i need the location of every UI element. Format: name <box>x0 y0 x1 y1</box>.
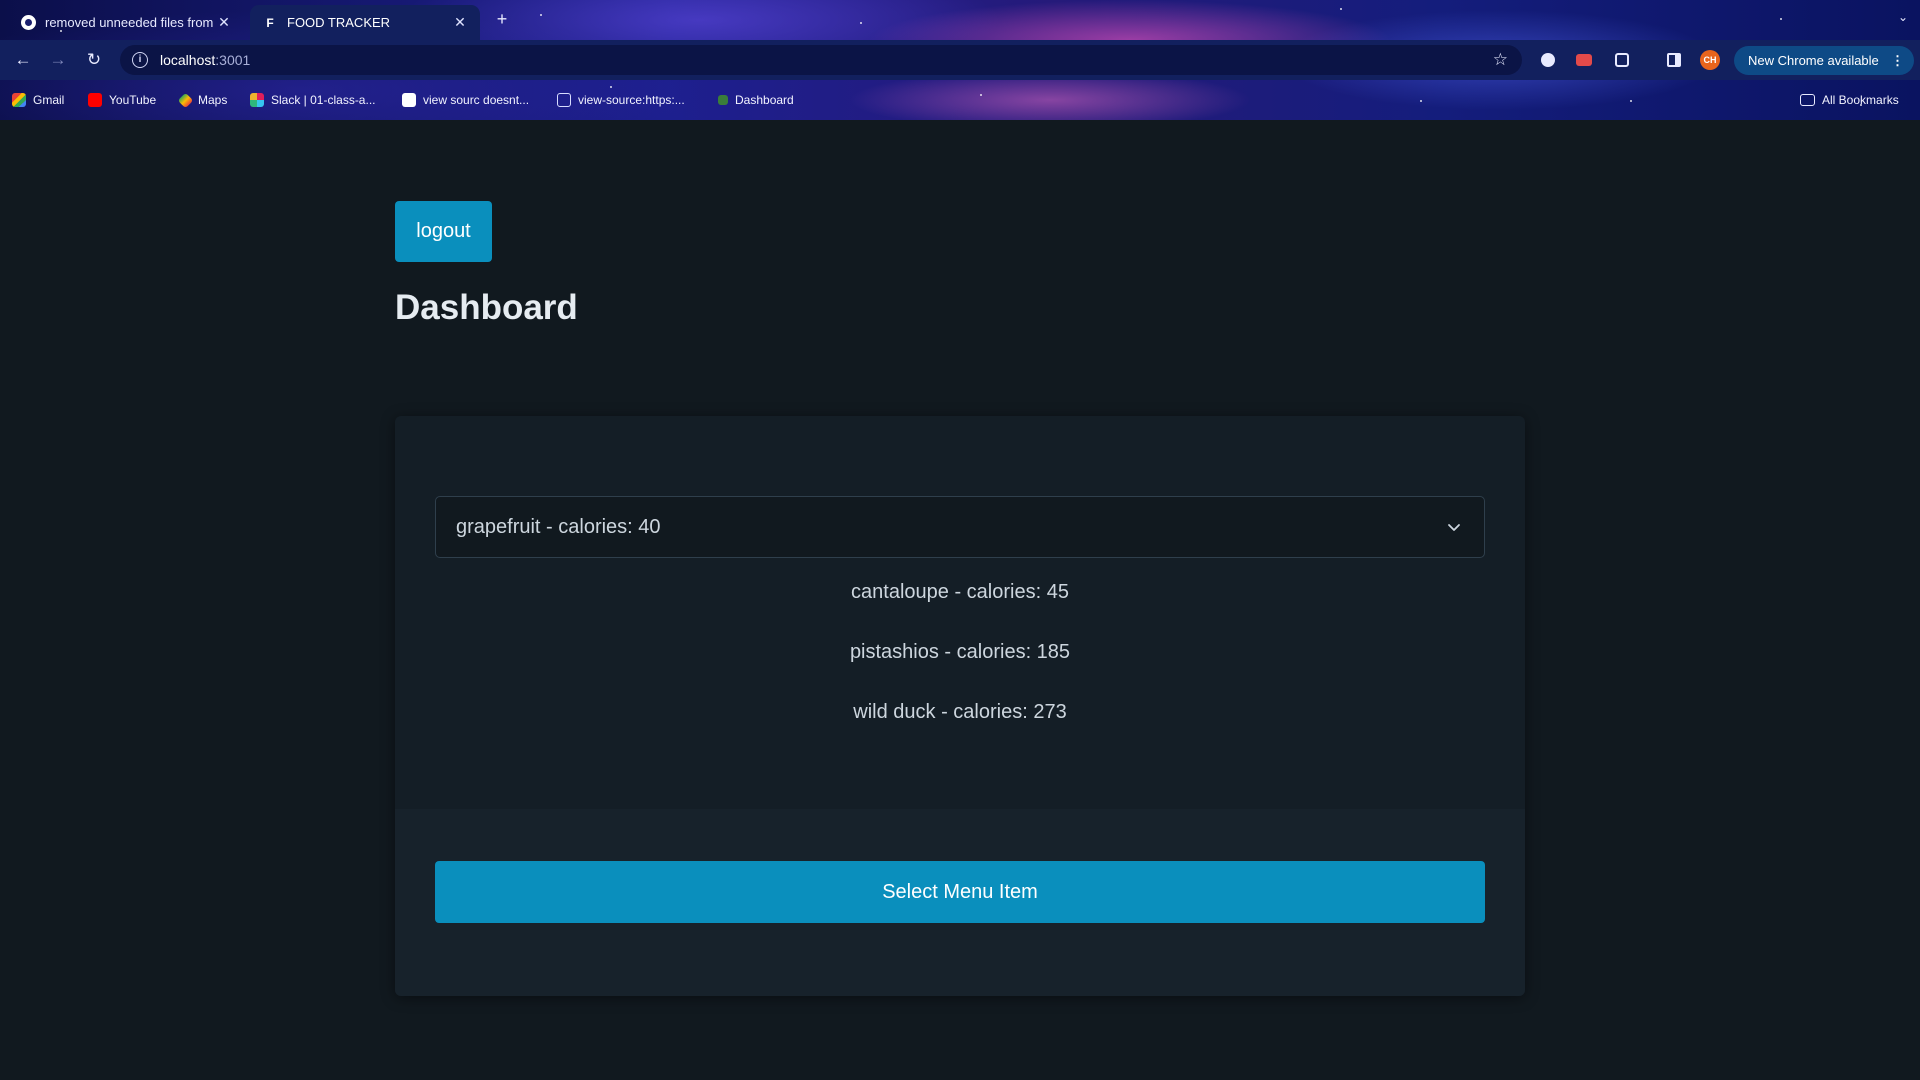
forward-arrow-icon[interactable]: → <box>47 49 69 71</box>
site-info-icon[interactable]: i <box>132 52 148 68</box>
dashboard-icon <box>718 95 728 105</box>
youtube-icon <box>88 93 102 107</box>
list-item: pistashios - calories: 185 <box>849 641 1071 663</box>
folder-icon <box>1800 94 1815 106</box>
close-icon[interactable]: ✕ <box>452 14 468 31</box>
page-title: Dashboard <box>395 288 578 327</box>
extension-circle-icon[interactable] <box>1538 50 1558 70</box>
gmail-icon <box>12 93 26 107</box>
url-host: localhost <box>160 52 216 68</box>
bookmark-label: Dashboard <box>735 93 794 107</box>
bookmarks-bar: Gmail YouTube Maps Slack | 01-class-a...… <box>0 80 1920 120</box>
bookmark-label: YouTube <box>109 93 157 107</box>
side-panel-icon[interactable] <box>1664 50 1684 70</box>
bookmark-dashboard[interactable]: Dashboard <box>718 91 794 109</box>
bookmark-maps[interactable]: Maps <box>177 91 228 109</box>
select-menu-item-button[interactable]: Select Menu Item <box>435 861 1485 923</box>
tab-title: removed unneeded files from ... <box>45 15 216 30</box>
extension-record-icon[interactable] <box>1574 50 1594 70</box>
tab-github[interactable]: removed unneeded files from ... ✕ <box>8 5 244 40</box>
tab-food-tracker[interactable]: F FOOD TRACKER ✕ <box>250 5 480 40</box>
browser-chrome: removed unneeded files from ... ✕ F FOOD… <box>0 0 1920 120</box>
url-port: :3001 <box>215 52 251 68</box>
tab-strip: removed unneeded files from ... ✕ F FOOD… <box>0 0 1920 40</box>
reload-icon[interactable]: ↻ <box>83 49 105 71</box>
bookmark-label: view sourc doesnt... <box>423 93 530 107</box>
card-body: grapefruit - calories: 40 cantaloupe - c… <box>395 416 1525 809</box>
selected-value: grapefruit - calories: 40 <box>456 515 661 538</box>
bookmark-label: Maps <box>198 93 228 107</box>
profile-avatar[interactable]: CH <box>1700 50 1720 70</box>
slack-icon <box>250 93 264 107</box>
all-bookmarks-label: All Bookmarks <box>1822 93 1899 107</box>
tab-title: FOOD TRACKER <box>287 15 391 30</box>
new-tab-button[interactable]: + <box>492 9 512 29</box>
list-item: wild duck - calories: 273 <box>853 701 1067 723</box>
list-item: cantaloupe - calories: 45 <box>851 581 1069 603</box>
extensions-puzzle-icon[interactable] <box>1612 50 1632 70</box>
close-icon[interactable]: ✕ <box>216 14 232 31</box>
bookmark-slack[interactable]: Slack | 01-class-a... <box>250 91 375 109</box>
more-vertical-icon: ⋮ <box>1891 52 1904 68</box>
new-chrome-available-button[interactable]: New Chrome available ⋮ <box>1734 46 1914 75</box>
chevron-down-icon <box>1448 524 1460 531</box>
bookmark-star-icon[interactable]: ☆ <box>1493 50 1508 70</box>
bookmark-view-source-1[interactable]: view sourc doesnt... <box>402 91 529 109</box>
bookmark-youtube[interactable]: YouTube <box>88 91 156 109</box>
menu-card: grapefruit - calories: 40 cantaloupe - c… <box>395 416 1525 996</box>
address-bar[interactable]: i localhost :3001 ☆ <box>120 45 1522 75</box>
favicon-f-icon: F <box>266 15 274 30</box>
food-select-dropdown[interactable]: grapefruit - calories: 40 <box>435 496 1485 558</box>
globe-icon <box>557 93 571 107</box>
bookmark-label: view-source:https:... <box>578 93 685 107</box>
back-arrow-icon[interactable]: ← <box>12 49 34 71</box>
update-button-label: New Chrome available <box>1748 53 1879 68</box>
github-icon <box>20 15 36 31</box>
bookmark-view-source-2[interactable]: view-source:https:... <box>557 91 685 109</box>
all-bookmarks[interactable]: All Bookmarks <box>1800 91 1899 109</box>
bookmark-label: Gmail <box>33 93 65 107</box>
card-footer: Select Menu Item <box>395 809 1525 996</box>
bookmark-gmail[interactable]: Gmail <box>12 91 64 109</box>
bookmark-label: Slack | 01-class-a... <box>271 93 376 107</box>
chevron-down-icon[interactable]: ⌄ <box>1898 10 1908 24</box>
google-icon <box>402 93 416 107</box>
page-content: logout Dashboard grapefruit - calories: … <box>0 120 1920 1080</box>
maps-icon <box>177 92 194 108</box>
browser-toolbar: ← → ↻ i localhost :3001 ☆ CH New Chrome … <box>0 40 1920 80</box>
logout-button[interactable]: logout <box>395 201 492 262</box>
